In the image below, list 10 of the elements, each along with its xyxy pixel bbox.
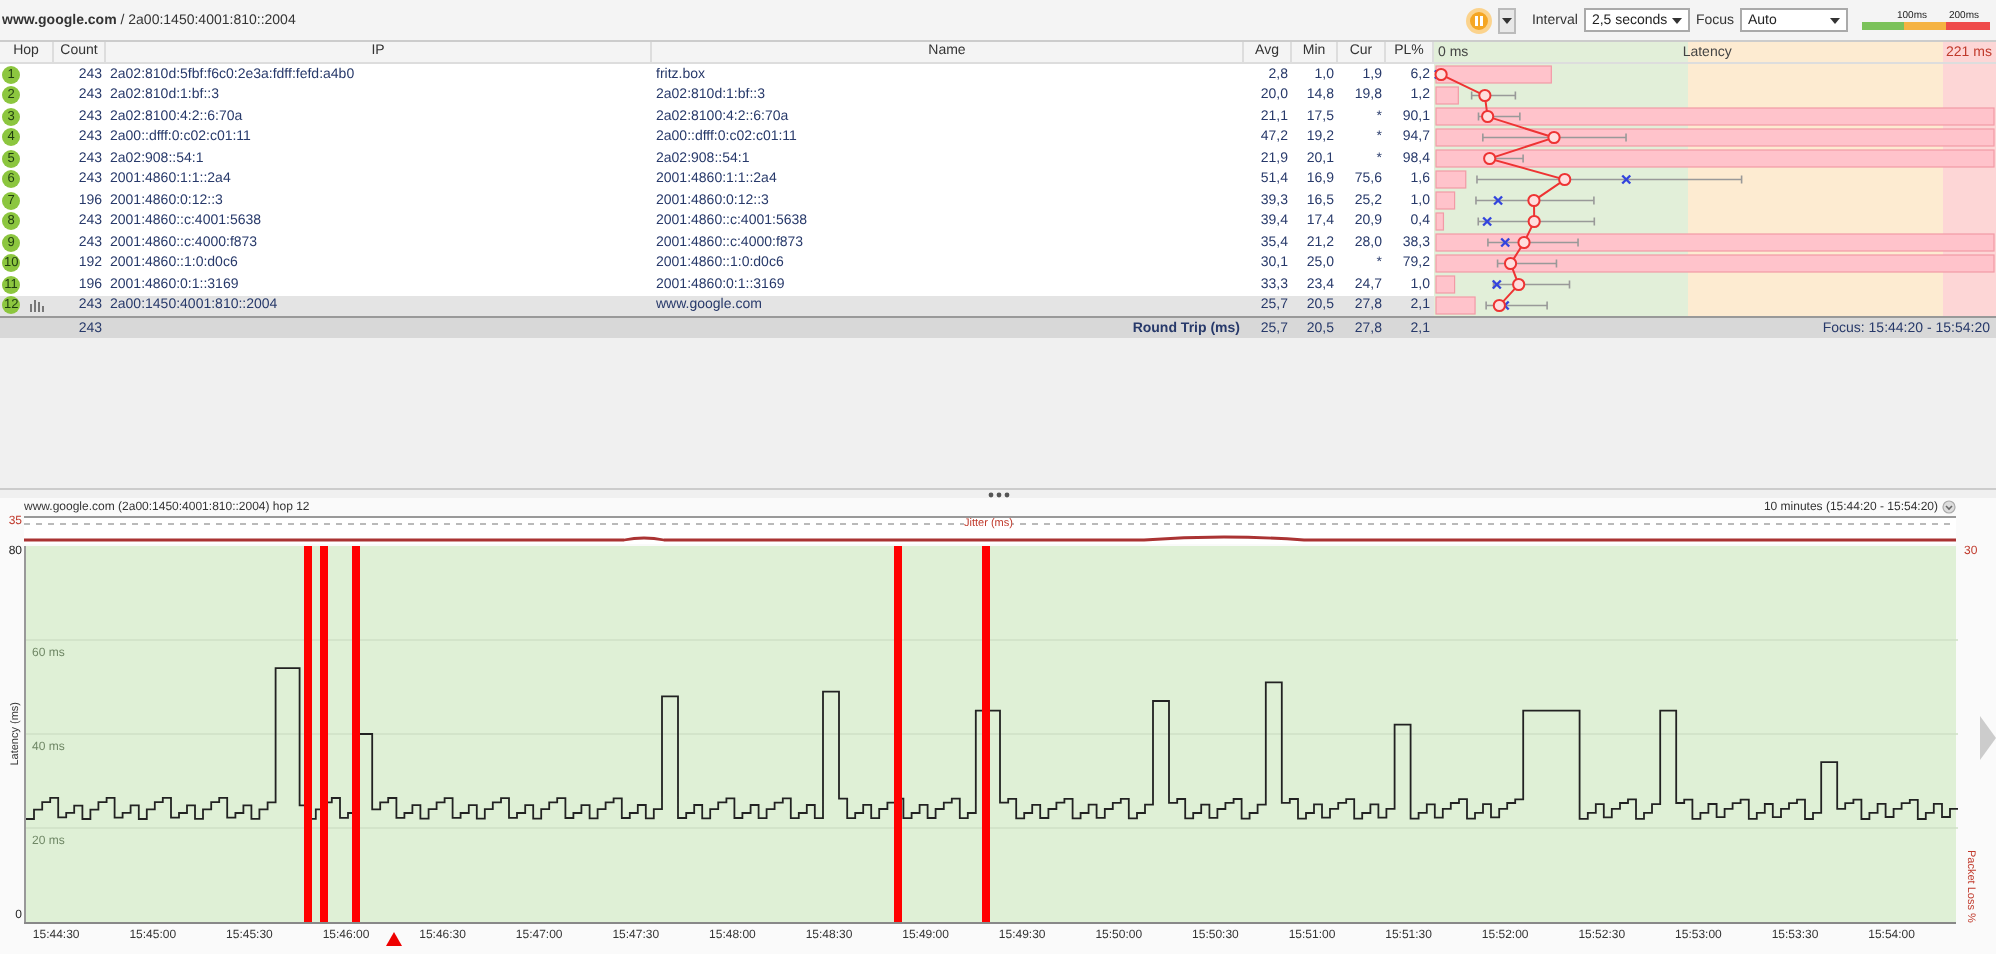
chevron-down-icon[interactable] xyxy=(1942,500,1956,514)
marker-triangle-icon[interactable] xyxy=(386,932,402,946)
caret-icon xyxy=(1671,17,1682,23)
caret-icon xyxy=(1830,17,1840,23)
bar-chart-icon xyxy=(30,299,45,312)
caret-icon xyxy=(1501,17,1512,23)
dropdown-button[interactable] xyxy=(1497,7,1516,33)
pause-icon xyxy=(1469,11,1488,29)
latency-legend-bar xyxy=(1862,22,1990,30)
splitter-handle-icon[interactable] xyxy=(987,491,1009,497)
